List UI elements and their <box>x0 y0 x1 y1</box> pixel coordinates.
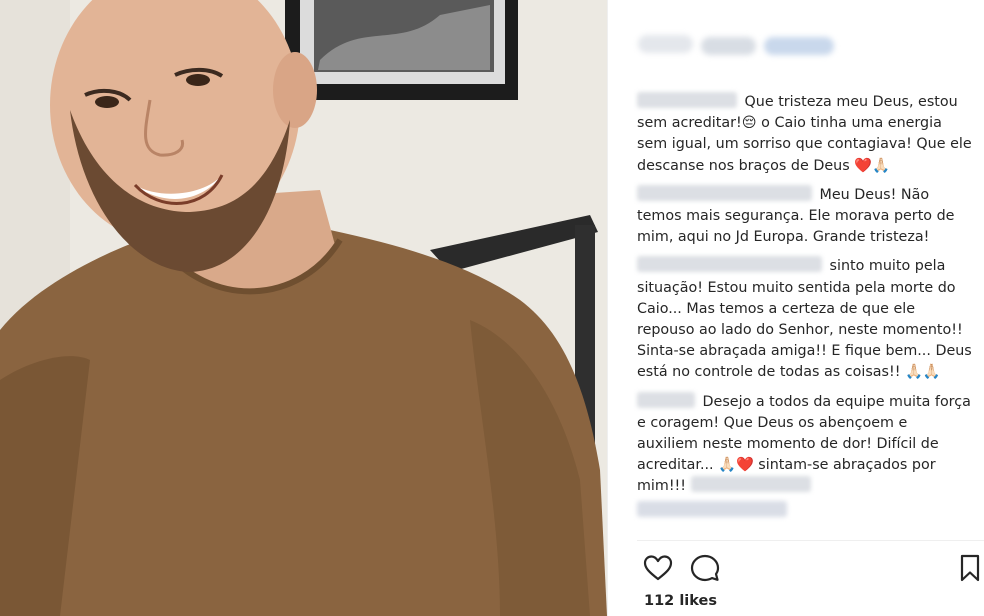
comment-item: sinto muito pela situação! Estou muito s… <box>637 256 972 383</box>
post-header <box>608 0 984 88</box>
comment-bubble-icon <box>690 554 720 582</box>
heart-icon <box>643 555 673 581</box>
portrait-illustration <box>0 0 607 616</box>
comment-button[interactable] <box>690 553 720 583</box>
instagram-post: Que tristeza meu Deus, estou sem acredit… <box>0 0 984 616</box>
avatar-blurred[interactable] <box>638 35 693 53</box>
comment-item: Que tristeza meu Deus, estou sem acredit… <box>637 92 972 177</box>
comment-username-blurred[interactable] <box>637 92 737 108</box>
divider <box>637 540 984 541</box>
mention-blurred[interactable] <box>690 476 811 493</box>
post-photo[interactable] <box>0 0 607 616</box>
username-blurred[interactable] <box>701 37 756 55</box>
comment-item: Meu Deus! Não temos mais segurança. Ele … <box>637 184 972 249</box>
comments-list: Que tristeza meu Deus, estou sem acredit… <box>637 92 972 525</box>
post-sidebar: Que tristeza meu Deus, estou sem acredit… <box>607 0 984 616</box>
comment-text: sinto muito pela situação! Estou muito s… <box>637 258 972 381</box>
like-button[interactable] <box>643 553 673 583</box>
action-bar <box>637 551 982 585</box>
mention-blurred[interactable] <box>637 500 787 517</box>
likes-count[interactable]: 112 likes <box>644 593 717 609</box>
bookmark-icon <box>960 554 980 582</box>
comment-username-blurred[interactable] <box>637 184 812 201</box>
follow-link-blurred[interactable] <box>764 37 834 55</box>
save-button[interactable] <box>955 553 984 583</box>
comment-username-blurred[interactable] <box>637 256 822 273</box>
comment-item: Desejo a todos da equipe muita força e c… <box>637 391 972 517</box>
comment-username-blurred[interactable] <box>637 391 695 408</box>
